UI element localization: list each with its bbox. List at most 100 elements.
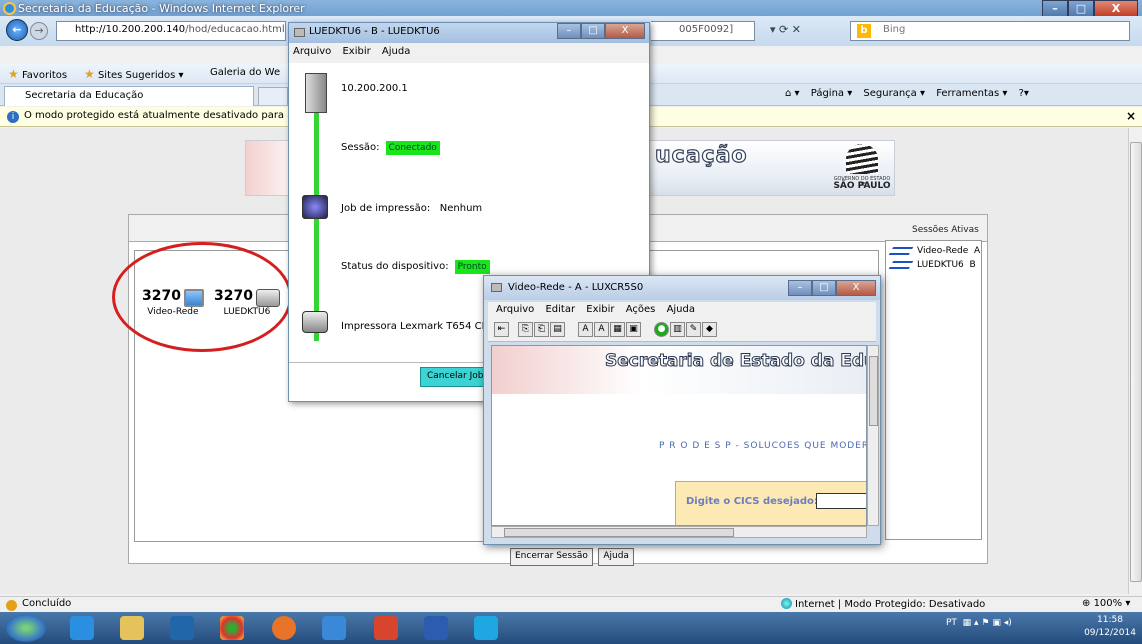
close-button[interactable]: X — [605, 23, 645, 39]
help-button[interactable]: Ajuda — [598, 548, 634, 566]
bing-icon: b — [857, 24, 871, 38]
menu-ajuda[interactable]: Ajuda — [382, 46, 410, 57]
minimize-button[interactable]: – — [788, 280, 812, 296]
paste-icon[interactable]: ⎗ — [534, 322, 549, 337]
ie-taskbar-icon[interactable] — [70, 616, 94, 640]
clipboard-icon[interactable]: ▤ — [550, 322, 565, 337]
grid-icon[interactable]: ▦ — [610, 322, 625, 337]
language-indicator[interactable]: PT — [946, 618, 957, 628]
page-menu[interactable]: Página ▾ — [811, 88, 853, 99]
word-taskbar-icon[interactable] — [424, 616, 448, 640]
tools-menu[interactable]: Ferramentas ▾ — [936, 88, 1007, 99]
panel-icon[interactable]: ▥ — [670, 322, 685, 337]
ie-logo-icon — [3, 2, 16, 15]
server-ip: 10.200.200.1 — [341, 83, 408, 94]
favorites-button[interactable]: ★ Favoritos — [8, 67, 67, 81]
status-icon — [6, 600, 17, 611]
printer-window-menu: Arquivo Exibir Ajuda — [289, 43, 649, 63]
info-close-button[interactable]: × — [1126, 109, 1136, 123]
minimize-button[interactable]: – — [557, 23, 581, 39]
maximize-button[interactable]: □ — [581, 23, 605, 39]
gallery-link[interactable]: Galeria do We — [210, 67, 280, 78]
media-taskbar-icon[interactable] — [170, 616, 194, 640]
session-item-luedktu6[interactable]: LUEDKTU6 B — [888, 260, 976, 270]
menu-arquivo[interactable]: Arquivo — [496, 304, 534, 315]
security-menu[interactable]: Segurança ▾ — [863, 88, 925, 99]
chrome-taskbar-icon[interactable] — [220, 616, 244, 640]
refresh-stop-icons[interactable]: ▾ ⟳ ✕ — [770, 23, 801, 36]
menu-acoes[interactable]: Ações — [626, 304, 656, 315]
info-icon: i — [7, 111, 19, 123]
address-bar[interactable]: http://10.200.200.140/hod/educacao.html?… — [56, 21, 286, 41]
annotation-circle — [112, 242, 292, 352]
print-job-label: Job de impressão: — [341, 203, 431, 214]
menu-arquivo[interactable]: Arquivo — [293, 46, 331, 57]
home-icon[interactable]: ⌂ ▾ — [785, 88, 800, 99]
back-button[interactable]: ← — [6, 19, 28, 41]
exit-icon[interactable]: ⇤ — [494, 322, 509, 337]
zoom-control[interactable]: ⊕ 100% ▾ — [1082, 598, 1130, 609]
cics-input[interactable] — [816, 493, 866, 509]
terminal-vscroll[interactable] — [867, 345, 879, 526]
font-icon[interactable]: A — [594, 322, 609, 337]
start-button[interactable] — [6, 614, 46, 642]
search-box[interactable]: b Bing — [850, 21, 1130, 41]
cancel-job-button[interactable]: Cancelar Job — [420, 367, 491, 387]
text-icon[interactable]: A — [578, 322, 593, 337]
session-item-video-rede[interactable]: Video-Rede A — [888, 246, 981, 256]
session-id: A — [974, 246, 981, 256]
browser-title: Secretaria da Educação - Windows Interne… — [18, 2, 305, 15]
menu-exibir[interactable]: Exibir — [342, 46, 370, 57]
session-icon — [888, 246, 914, 255]
explorer-taskbar-icon[interactable] — [120, 616, 144, 640]
printer-name: Impressora Lexmark T654 CPD — [341, 321, 496, 332]
suggested-sites-link[interactable]: ★ Sites Sugeridos ▾ — [84, 67, 184, 81]
favorites-label: Favoritos — [21, 70, 68, 81]
new-tab-button[interactable] — [258, 87, 288, 105]
terminal-hscroll-thumb[interactable] — [504, 528, 734, 537]
tab-secretaria[interactable]: Secretaria da Educação — [4, 86, 254, 106]
printer-window-controls: – □ X — [557, 23, 645, 39]
app-taskbar-icon[interactable] — [322, 616, 346, 640]
skype-taskbar-icon[interactable] — [474, 616, 498, 640]
record-icon[interactable]: ● — [654, 322, 669, 337]
menu-editar[interactable]: Editar — [545, 304, 575, 315]
address-host: http://10.200.200.140 — [75, 24, 186, 35]
menu-exibir[interactable]: Exibir — [586, 304, 614, 315]
firefox-taskbar-icon[interactable] — [272, 616, 296, 640]
help-menu[interactable]: ?▾ — [1019, 88, 1029, 99]
screen-icon[interactable]: ▣ — [626, 322, 641, 337]
terminal-window-titlebar[interactable]: Video-Rede - A - LUXCR5S0 – □ X — [484, 276, 880, 300]
page-scrollbar-thumb[interactable] — [1130, 142, 1142, 582]
close-button[interactable]: X — [836, 280, 876, 296]
page-scrollbar[interactable] — [1128, 128, 1142, 594]
star-icon: ★ — [8, 67, 19, 81]
device-status: Status do dispositivo: Pronto — [341, 260, 490, 274]
session-icon — [888, 260, 914, 269]
system-tray[interactable]: PT ▦ ▴ ⚑ ▣ ◂) — [946, 618, 1012, 628]
terminal-screen[interactable]: Secretaria de Estado da Edu P R O D E S … — [491, 345, 867, 526]
edit-icon[interactable]: ✎ — [686, 322, 701, 337]
tab-label: Secretaria da Educação — [25, 90, 144, 101]
menu-ajuda[interactable]: Ajuda — [667, 304, 695, 315]
address-bar-tail[interactable]: 005F0092] — [651, 21, 755, 41]
end-session-button[interactable]: Encerrar Sessão — [510, 548, 593, 566]
maximize-button[interactable]: □ — [812, 280, 836, 296]
terminal-hscroll[interactable] — [491, 526, 867, 538]
suggested-sites-icon: ★ — [84, 67, 95, 81]
session-name: LUEDKTU6 — [917, 260, 964, 270]
command-bar: ⌂ ▾ Página ▾ Segurança ▾ Ferramentas ▾ ?… — [785, 88, 1037, 99]
forward-button[interactable]: → — [30, 22, 48, 40]
terminal-window-menu: Arquivo Editar Exibir Ações Ajuda — [488, 302, 876, 318]
printer-window-titlebar[interactable]: LUEDKTU6 - B - LUEDKTU6 – □ X — [289, 23, 649, 43]
info-text: O modo protegido está atualmente desativ… — [24, 110, 321, 121]
window-icon — [491, 283, 502, 292]
terminal-vscroll-thumb[interactable] — [869, 356, 878, 426]
security-zone[interactable]: Internet | Modo Protegido: Desativado — [781, 598, 985, 610]
copy-icon[interactable]: ⎘ — [518, 322, 533, 337]
send-icon[interactable]: ◆ — [702, 322, 717, 337]
clock[interactable]: 11:58 09/12/2014 — [1082, 614, 1138, 640]
session-status: Sessão: Conectado — [341, 141, 440, 155]
ccleaner-taskbar-icon[interactable] — [374, 616, 398, 640]
globe-icon — [781, 598, 792, 609]
